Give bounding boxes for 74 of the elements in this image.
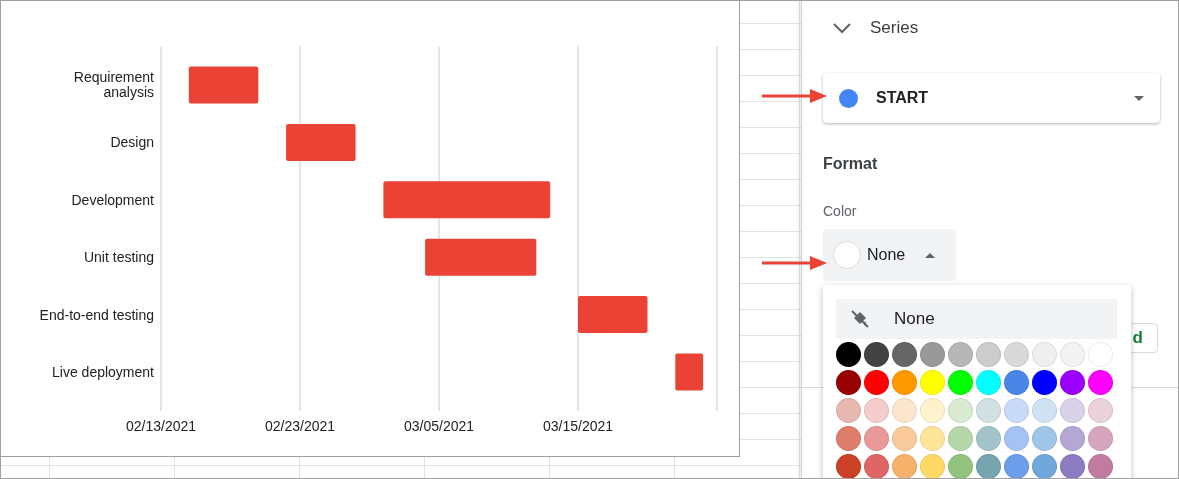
- color-swatch[interactable]: [948, 426, 973, 451]
- gantt-bar: [675, 353, 704, 391]
- color-swatch[interactable]: [920, 342, 945, 367]
- color-swatch[interactable]: [836, 398, 861, 423]
- color-swatch-icon: [833, 241, 861, 269]
- color-swatch[interactable]: [1060, 454, 1085, 478]
- color-swatch[interactable]: [1088, 426, 1113, 451]
- color-swatch[interactable]: [1004, 454, 1029, 478]
- caret-icon: [1134, 95, 1144, 101]
- gantt-bar: [578, 296, 648, 334]
- no-fill-icon: [850, 309, 870, 329]
- color-swatch[interactable]: [864, 370, 889, 395]
- axis-label: 03/15/2021: [542, 418, 614, 434]
- color-swatch[interactable]: [1088, 370, 1113, 395]
- color-swatch[interactable]: [948, 370, 973, 395]
- color-swatch[interactable]: [920, 454, 945, 478]
- color-swatch[interactable]: [1004, 342, 1029, 367]
- color-swatch[interactable]: [1004, 370, 1029, 395]
- color-swatch[interactable]: [864, 454, 889, 478]
- color-swatch[interactable]: [1004, 426, 1029, 451]
- color-swatch[interactable]: [864, 398, 889, 423]
- color-swatch[interactable]: [1032, 426, 1057, 451]
- color-swatch[interactable]: [976, 454, 1001, 478]
- color-swatch[interactable]: [1060, 398, 1085, 423]
- color-swatch[interactable]: [1004, 398, 1029, 423]
- axis-label: 02/13/2021: [125, 418, 197, 434]
- axis-label: 03/05/2021: [403, 418, 475, 434]
- color-swatch[interactable]: [976, 342, 1001, 367]
- color-swatch[interactable]: [976, 426, 1001, 451]
- section-heading: Format: [823, 155, 878, 173]
- color-swatch[interactable]: [864, 342, 889, 367]
- color-swatch[interactable]: [892, 398, 917, 423]
- arrow: [762, 255, 827, 271]
- axis-label: 02/23/2021: [264, 418, 336, 434]
- color-swatch[interactable]: [948, 398, 973, 423]
- color-swatch[interactable]: [920, 398, 945, 423]
- color-swatch[interactable]: [836, 370, 861, 395]
- color-swatch[interactable]: [920, 426, 945, 451]
- color-swatch[interactable]: [892, 370, 917, 395]
- color-swatch[interactable]: [1032, 398, 1057, 423]
- section-title: Series: [870, 18, 919, 38]
- color-picker-button[interactable]: None: [823, 229, 956, 281]
- color-swatch[interactable]: [892, 342, 917, 367]
- category-label: Live deployment: [52, 364, 154, 380]
- color-swatch[interactable]: [836, 342, 861, 367]
- color-swatch[interactable]: [836, 454, 861, 478]
- gantt-bar: [286, 123, 356, 161]
- color-swatch[interactable]: [836, 426, 861, 451]
- arrow: [762, 88, 827, 104]
- color-swatch[interactable]: [1088, 454, 1113, 478]
- gantt-bar: [188, 66, 259, 104]
- color-swatch[interactable]: [892, 454, 917, 478]
- color-swatch[interactable]: [948, 454, 973, 478]
- menu-item[interactable]: None: [836, 299, 1117, 339]
- color-swatch[interactable]: [1060, 370, 1085, 395]
- category-label: End-to-end testing: [39, 306, 154, 323]
- color-swatch[interactable]: [1088, 398, 1113, 423]
- color-swatch[interactable]: [1032, 454, 1057, 478]
- color-swatch[interactable]: [1060, 342, 1085, 367]
- color-swatch[interactable]: [892, 426, 917, 451]
- color-swatch[interactable]: [1060, 426, 1085, 451]
- category-label: Unit testing: [83, 249, 154, 266]
- color-swatch[interactable]: [864, 426, 889, 451]
- color-swatch[interactable]: [1032, 370, 1057, 395]
- category-label: Requirement analysis: [73, 69, 154, 100]
- color-swatch[interactable]: [1032, 342, 1057, 367]
- color-swatch[interactable]: [976, 398, 1001, 423]
- series-dropdown[interactable]: START: [823, 73, 1160, 123]
- color-swatch[interactable]: [920, 370, 945, 395]
- category-label: Development: [71, 191, 154, 208]
- color-swatch[interactable]: [948, 342, 973, 367]
- field-label: Color: [823, 203, 857, 219]
- category-label: Design: [110, 134, 154, 151]
- color-swatch[interactable]: [976, 370, 1001, 395]
